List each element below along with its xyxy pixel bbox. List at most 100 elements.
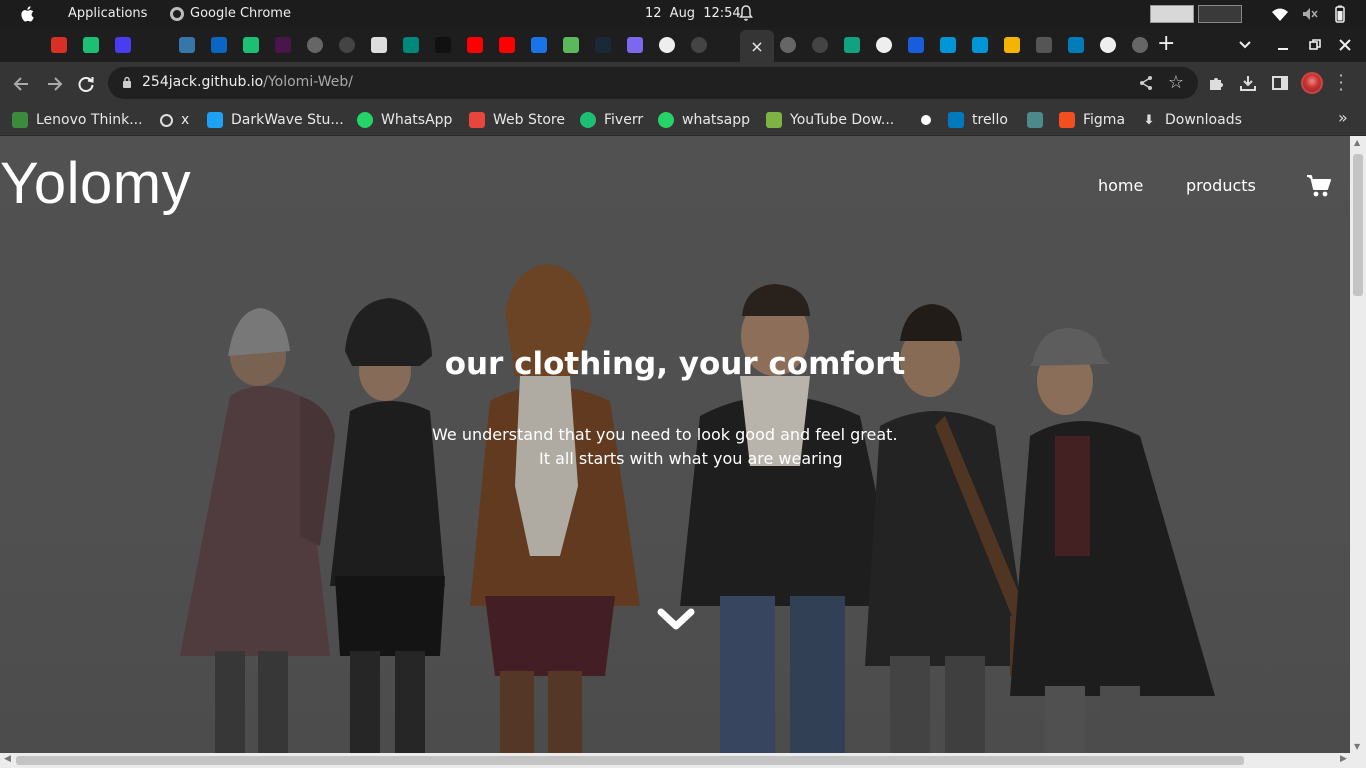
bookmark-item[interactable]: Lenovo Think...: [12, 110, 143, 130]
bookmark-label: Figma: [1083, 112, 1126, 128]
nav-products-link[interactable]: products: [1186, 176, 1256, 195]
browser-tab[interactable]: [997, 31, 1027, 59]
close-tab-icon[interactable]: ×: [750, 37, 763, 56]
browser-tab[interactable]: [364, 31, 394, 59]
restore-window-icon[interactable]: [1308, 38, 1322, 52]
browser-tab[interactable]: [300, 31, 330, 59]
scroll-down-chevron-icon[interactable]: [657, 606, 695, 632]
google-icon: [876, 37, 892, 53]
bookmark-item[interactable]: x: [160, 110, 189, 130]
close-window-icon[interactable]: [1338, 38, 1352, 52]
browser-tab[interactable]: [460, 31, 490, 59]
clock[interactable]: 12 Aug 12:54: [645, 6, 741, 21]
nav-home-link[interactable]: home: [1098, 176, 1143, 195]
bookmark-item[interactable]: Web Store: [469, 110, 565, 130]
browser-tab[interactable]: [1125, 31, 1155, 59]
horizontal-scrollbar[interactable]: ◀ ▶: [0, 753, 1366, 768]
bookmark-item[interactable]: [918, 110, 934, 130]
browser-tab[interactable]: [588, 31, 618, 59]
browser-tab[interactable]: [332, 31, 362, 59]
bookmark-item[interactable]: DarkWave Stu...: [207, 110, 344, 130]
browser-tab[interactable]: [428, 31, 458, 59]
extension-icon: [1036, 37, 1052, 53]
back-arrow-icon[interactable]: [12, 74, 32, 94]
minimize-window-icon[interactable]: [1276, 38, 1290, 52]
forward-arrow-icon[interactable]: [44, 74, 64, 94]
downloads-icon[interactable]: [1239, 74, 1257, 92]
tab-search-chevron-icon[interactable]: [1238, 40, 1252, 50]
browser-tab[interactable]: [12, 31, 42, 59]
browser-tab[interactable]: [965, 31, 995, 59]
browser-tab[interactable]: [76, 31, 106, 59]
lock-icon[interactable]: [122, 76, 132, 88]
active-app-menu[interactable]: Google Chrome: [170, 6, 291, 21]
bookmark-item[interactable]: trello: [948, 110, 1008, 130]
check-icon: [563, 37, 579, 53]
linkedin-icon: [211, 37, 227, 53]
browser-tab[interactable]: [1029, 31, 1059, 59]
browser-tab[interactable]: [172, 31, 202, 59]
browser-tab[interactable]: [396, 31, 426, 59]
bookmark-item[interactable]: WhatsApp: [357, 110, 452, 130]
browser-toolbar: 254jack.github.io/Yolomi-Web/ ☆ · · ·: [0, 62, 1366, 104]
bookmark-item[interactable]: Figma: [1059, 110, 1125, 130]
browser-tab[interactable]: [268, 31, 298, 59]
scroll-down-arrow-icon[interactable]: ▼: [1354, 742, 1360, 751]
scroll-left-arrow-icon[interactable]: ◀: [4, 754, 11, 764]
browser-tab[interactable]: [140, 31, 170, 59]
browser-tab[interactable]: [556, 31, 586, 59]
bookmark-item[interactable]: YouTube Dow...: [766, 110, 894, 130]
extensions-puzzle-icon[interactable]: [1207, 74, 1225, 92]
bookmark-label: Web Store: [493, 112, 565, 128]
browser-tab[interactable]: [524, 31, 554, 59]
browser-tab[interactable]: [492, 31, 522, 59]
browser-tab[interactable]: [773, 31, 803, 59]
browser-tab[interactable]: [1061, 31, 1091, 59]
browser-tab[interactable]: [805, 31, 835, 59]
reload-icon[interactable]: [76, 74, 96, 94]
horizontal-scroll-thumb[interactable]: [16, 756, 1244, 765]
site-logo[interactable]: Yolomy: [0, 150, 191, 217]
profile-avatar[interactable]: [1301, 72, 1323, 94]
address-bar[interactable]: 254jack.github.io/Yolomi-Web/ ☆: [108, 67, 1198, 99]
bookmark-item[interactable]: whatsapp: [658, 110, 750, 130]
browser-tab[interactable]: [901, 31, 931, 59]
browser-tab[interactable]: [236, 31, 266, 59]
url-text[interactable]: 254jack.github.io/Yolomi-Web/: [142, 74, 353, 90]
vertical-scroll-thumb[interactable]: [1353, 154, 1363, 296]
browser-tab[interactable]: [1093, 31, 1123, 59]
notification-bell-icon[interactable]: [738, 4, 754, 22]
chrome-menu-icon[interactable]: · · ·: [1337, 68, 1345, 98]
browser-tab[interactable]: [869, 31, 899, 59]
browser-tab[interactable]: [652, 31, 682, 59]
browser-tab[interactable]: [684, 31, 714, 59]
browser-tab[interactable]: [933, 31, 963, 59]
hp-icon: [940, 37, 956, 53]
shopping-cart-icon[interactable]: [1306, 174, 1332, 198]
new-tab-button[interactable]: +: [1157, 33, 1175, 55]
bookmark-item[interactable]: [1027, 110, 1043, 130]
share-icon[interactable]: [1138, 75, 1154, 91]
vertical-scrollbar[interactable]: ▲ ▼: [1350, 136, 1366, 753]
scroll-right-arrow-icon[interactable]: ▶: [1340, 754, 1347, 764]
applications-menu[interactable]: Applications: [68, 6, 147, 21]
browser-tab[interactable]: [108, 31, 138, 59]
whatsapp-icon: [357, 112, 373, 128]
battery-icon[interactable]: [1331, 5, 1349, 23]
browser-tab[interactable]: [837, 31, 867, 59]
browser-tab[interactable]: [620, 31, 650, 59]
bookmark-item[interactable]: Fiverr: [580, 110, 643, 130]
side-panel-icon[interactable]: [1271, 74, 1289, 92]
hp-icon: [972, 37, 988, 53]
bookmark-item[interactable]: ⬇ Downloads: [1141, 110, 1242, 130]
browser-tab[interactable]: [44, 31, 74, 59]
browser-tab[interactable]: [204, 31, 234, 59]
active-tab[interactable]: ×: [740, 30, 774, 62]
wifi-icon[interactable]: [1271, 5, 1289, 23]
bookmark-star-icon[interactable]: ☆: [1168, 72, 1184, 93]
bookmark-label: trello: [972, 112, 1008, 128]
bookmarks-overflow-icon[interactable]: »: [1338, 108, 1348, 127]
volume-muted-icon[interactable]: [1301, 5, 1319, 23]
scroll-up-arrow-icon[interactable]: ▲: [1354, 138, 1360, 147]
apple-logo-icon[interactable]: [18, 4, 38, 24]
